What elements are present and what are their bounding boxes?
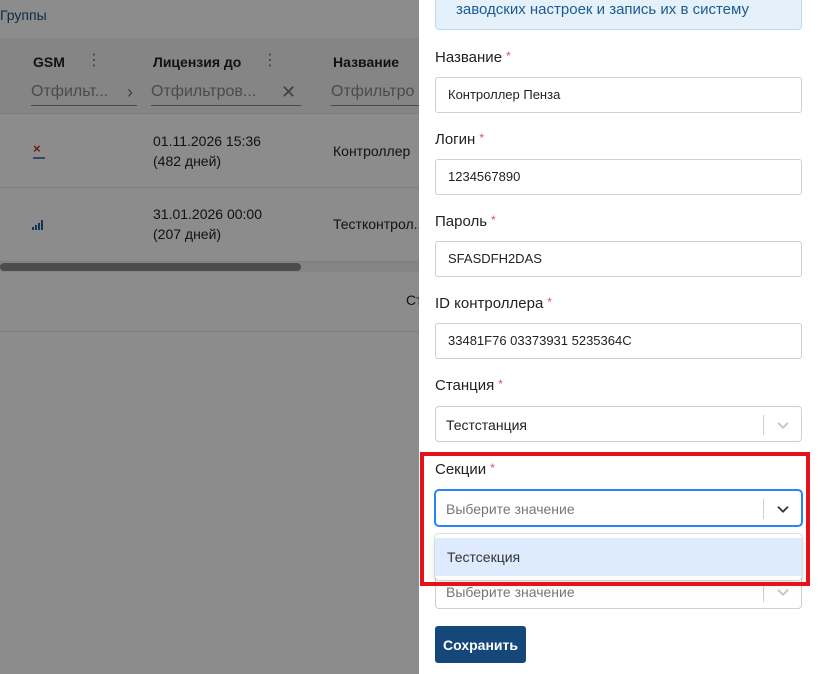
login-field[interactable]: 1234567890 — [435, 159, 802, 195]
login-label: Логин * — [435, 131, 484, 148]
chevron-down-icon[interactable] — [774, 416, 792, 434]
highlight-box — [420, 452, 810, 586]
required-mark: * — [491, 213, 496, 227]
station-select-value: Тестстанция — [446, 417, 527, 433]
password-field[interactable]: SFASDFH2DAS — [435, 241, 802, 277]
required-mark: * — [547, 295, 552, 309]
controller-id-label: ID контроллера * — [435, 295, 552, 312]
name-label: Название * — [435, 49, 511, 66]
info-alert-text: заводских настроек и запись их в систему — [456, 1, 749, 18]
required-mark: * — [506, 49, 511, 63]
required-mark: * — [479, 131, 484, 145]
select-separator — [763, 415, 764, 435]
info-alert: заводских настроек и запись их в систему — [435, 0, 802, 30]
station-select[interactable]: Тестстанция — [435, 406, 802, 442]
modal-backdrop[interactable] — [0, 0, 419, 674]
controller-id-field[interactable]: 33481F76 03373931 5235364C — [435, 323, 802, 359]
save-button[interactable]: Сохранить — [435, 626, 526, 663]
station-label: Станция * — [435, 377, 503, 394]
password-label: Пароль * — [435, 213, 496, 230]
name-field[interactable]: Контроллер Пенза — [435, 77, 802, 113]
required-mark: * — [498, 377, 503, 391]
